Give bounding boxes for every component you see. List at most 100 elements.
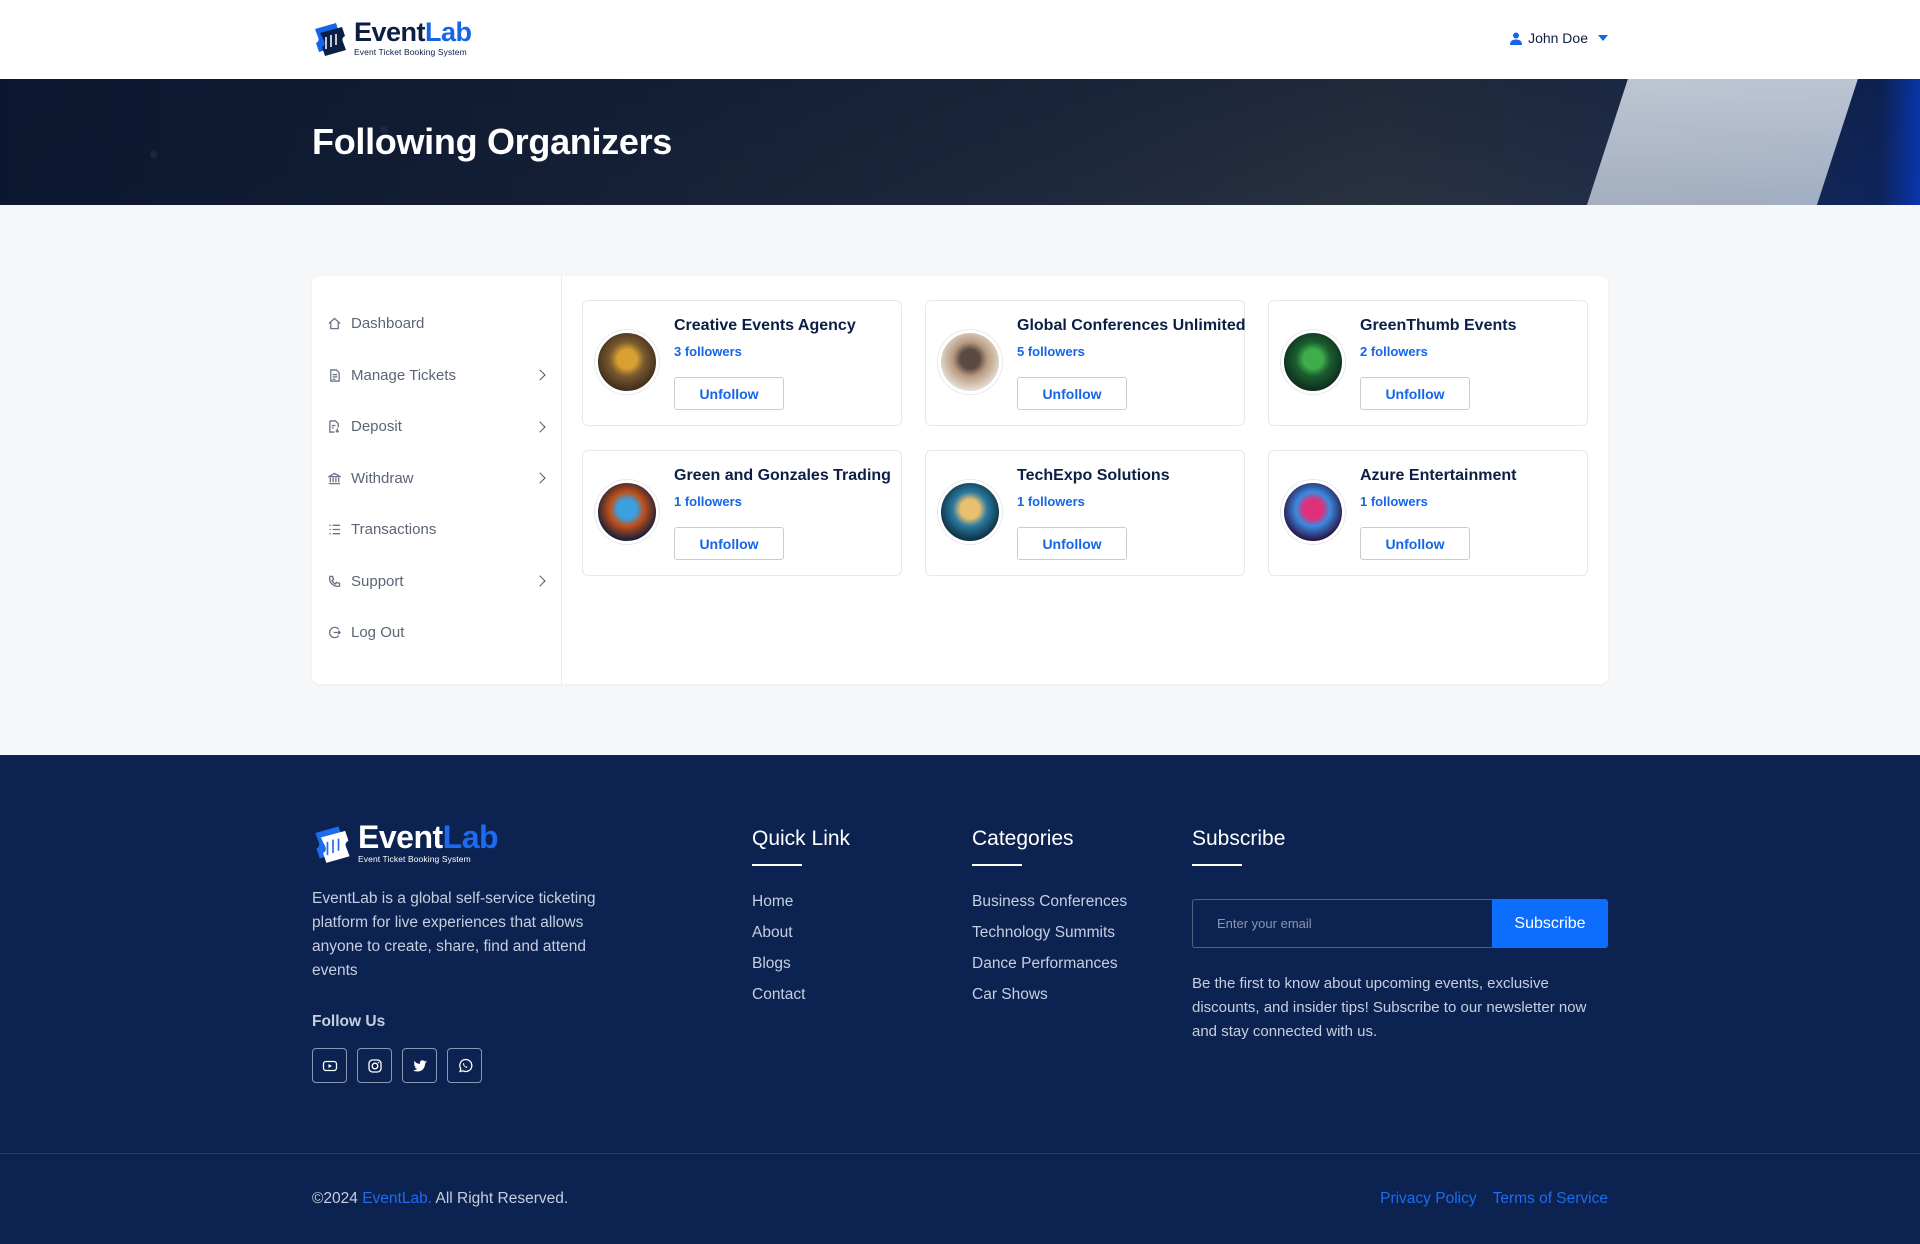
site-header: EventLab Event Ticket Booking System Joh… [0,0,1920,79]
footer-categories: Categories Business Conferences Technolo… [972,827,1127,1017]
user-menu-dropdown[interactable]: John Doe [1510,30,1608,46]
footer-subscribe: Subscribe [1192,827,1285,893]
footer-divider [0,1153,1920,1154]
sidebar-item-label: Manage Tickets [351,366,457,384]
heading-underline [1192,864,1242,866]
chevron-right-icon [534,369,546,381]
brand-logo[interactable]: EventLab Event Ticket Booking System [312,18,472,57]
copyright-suffix: All Right Reserved. [432,1190,569,1207]
footer-description: EventLab is a global self-service ticket… [312,890,596,979]
copyright-prefix: ©2024 [312,1190,363,1207]
organizer-followers: 5 followers [1017,344,1085,359]
sidebar-item-transactions[interactable]: Transactions [312,504,561,556]
user-name: John Doe [1528,30,1588,46]
organizer-name[interactable]: Green and Gonzales Trading [674,467,891,485]
sidebar-item-label: Support [351,572,404,590]
caret-down-icon [1598,35,1608,41]
footer-brand-logo[interactable]: EventLab Event Ticket Booking System [312,819,499,864]
page-banner: Following Organizers [0,79,1920,205]
email-input[interactable] [1192,899,1492,948]
organizer-card: Creative Events Agency 3 followers Unfol… [582,300,902,426]
footer-category-link[interactable]: Business Conferences [972,893,1127,924]
organizer-card: Green and Gonzales Trading 1 followers U… [582,450,902,576]
twitter-icon[interactable] [402,1048,437,1083]
sidebar-item-support[interactable]: Support [312,556,561,608]
whatsapp-icon[interactable] [447,1048,482,1083]
organizer-grid: Creative Events Agency 3 followers Unfol… [582,300,1588,576]
subscribe-heading: Subscribe [1192,827,1286,850]
footer-link-blogs[interactable]: Blogs [752,955,850,986]
heading-underline [972,864,1022,866]
instagram-icon[interactable] [357,1048,392,1083]
chevron-right-icon [534,472,546,484]
deposit-icon [327,420,341,434]
categories-heading: Categories [972,827,1074,850]
unfollow-button[interactable]: Unfollow [1360,377,1470,410]
footer-category-link[interactable]: Dance Performances [972,955,1127,986]
footer-link-contact[interactable]: Contact [752,986,850,1017]
dashboard-sidebar: Dashboard Manage Tickets Deposit Withdra… [312,276,562,684]
copyright-brand-link[interactable]: EventLab. [362,1190,432,1207]
youtube-icon[interactable] [312,1048,347,1083]
footer-category-link[interactable]: Technology Summits [972,924,1127,955]
sidebar-item-withdraw[interactable]: Withdraw [312,453,561,505]
organizer-name[interactable]: TechExpo Solutions [1017,467,1170,485]
subscribe-form: Subscribe [1192,899,1608,948]
sidebar-item-label: Log Out [351,624,405,642]
quick-link-heading: Quick Link [752,827,851,850]
unfollow-button[interactable]: Unfollow [674,527,784,560]
organizer-avatar [938,330,1002,394]
sidebar-item-label: Transactions [351,521,437,539]
brand-name: EventLab [354,17,472,47]
footer-quick-links: Quick Link Home About Blogs Contact [752,827,850,1017]
privacy-policy-link[interactable]: Privacy Policy [1380,1190,1476,1208]
sidebar-item-label: Withdraw [351,469,414,487]
organizer-followers: 1 followers [1360,494,1428,509]
organizer-avatar [938,480,1002,544]
unfollow-button[interactable]: Unfollow [674,377,784,410]
organizer-avatar [1281,480,1345,544]
subscribe-button[interactable]: Subscribe [1492,899,1608,948]
social-links [312,1048,482,1083]
organizer-card: TechExpo Solutions 1 followers Unfollow [925,450,1245,576]
sidebar-item-log-out[interactable]: Log Out [312,607,561,659]
organizer-name[interactable]: Global Conferences Unlimited [1017,317,1245,335]
organizer-followers: 2 followers [1360,344,1428,359]
organizer-avatar [595,480,659,544]
organizer-name[interactable]: Creative Events Agency [674,317,856,335]
unfollow-button[interactable]: Unfollow [1017,527,1127,560]
brand-tagline: Event Ticket Booking System [354,47,467,57]
organizer-followers: 3 followers [674,344,742,359]
footer-category-link[interactable]: Car Shows [972,986,1127,1017]
unfollow-button[interactable]: Unfollow [1360,527,1470,560]
legal-links: Privacy Policy Terms of Service [1380,1190,1608,1208]
footer-link-about[interactable]: About [752,924,850,955]
ticket-logo-icon [312,19,350,57]
banner-stage-screen [1585,79,1865,205]
sidebar-item-label: Dashboard [351,315,425,333]
chevron-right-icon [534,421,546,433]
organizer-card: Azure Entertainment 1 followers Unfollow [1268,450,1588,576]
organizer-name[interactable]: Azure Entertainment [1360,467,1516,485]
ticket-logo-icon [312,822,354,864]
chevron-right-icon [534,575,546,587]
organizer-card: GreenThumb Events 2 followers Unfollow [1268,300,1588,426]
sidebar-item-label: Deposit [351,418,402,436]
user-icon [1510,32,1523,45]
footer-link-home[interactable]: Home [752,893,850,924]
organizer-followers: 1 followers [674,494,742,509]
organizer-followers: 1 followers [1017,494,1085,509]
sidebar-item-manage-tickets[interactable]: Manage Tickets [312,350,561,402]
unfollow-button[interactable]: Unfollow [1017,377,1127,410]
terms-of-service-link[interactable]: Terms of Service [1493,1190,1608,1208]
ticket-icon [327,368,341,382]
organizer-name[interactable]: GreenThumb Events [1360,317,1516,335]
subscribe-description: Be the first to know about upcoming even… [1192,975,1587,1040]
organizer-avatar [1281,330,1345,394]
sidebar-item-dashboard[interactable]: Dashboard [312,298,561,350]
sidebar-item-deposit[interactable]: Deposit [312,401,561,453]
follow-us-heading: Follow Us [312,1013,386,1030]
copyright-text: ©2024 EventLab. All Right Reserved. [312,1190,568,1208]
footer-brand-name: EventLab [358,819,499,855]
banner-stage-glow [1880,79,1920,205]
